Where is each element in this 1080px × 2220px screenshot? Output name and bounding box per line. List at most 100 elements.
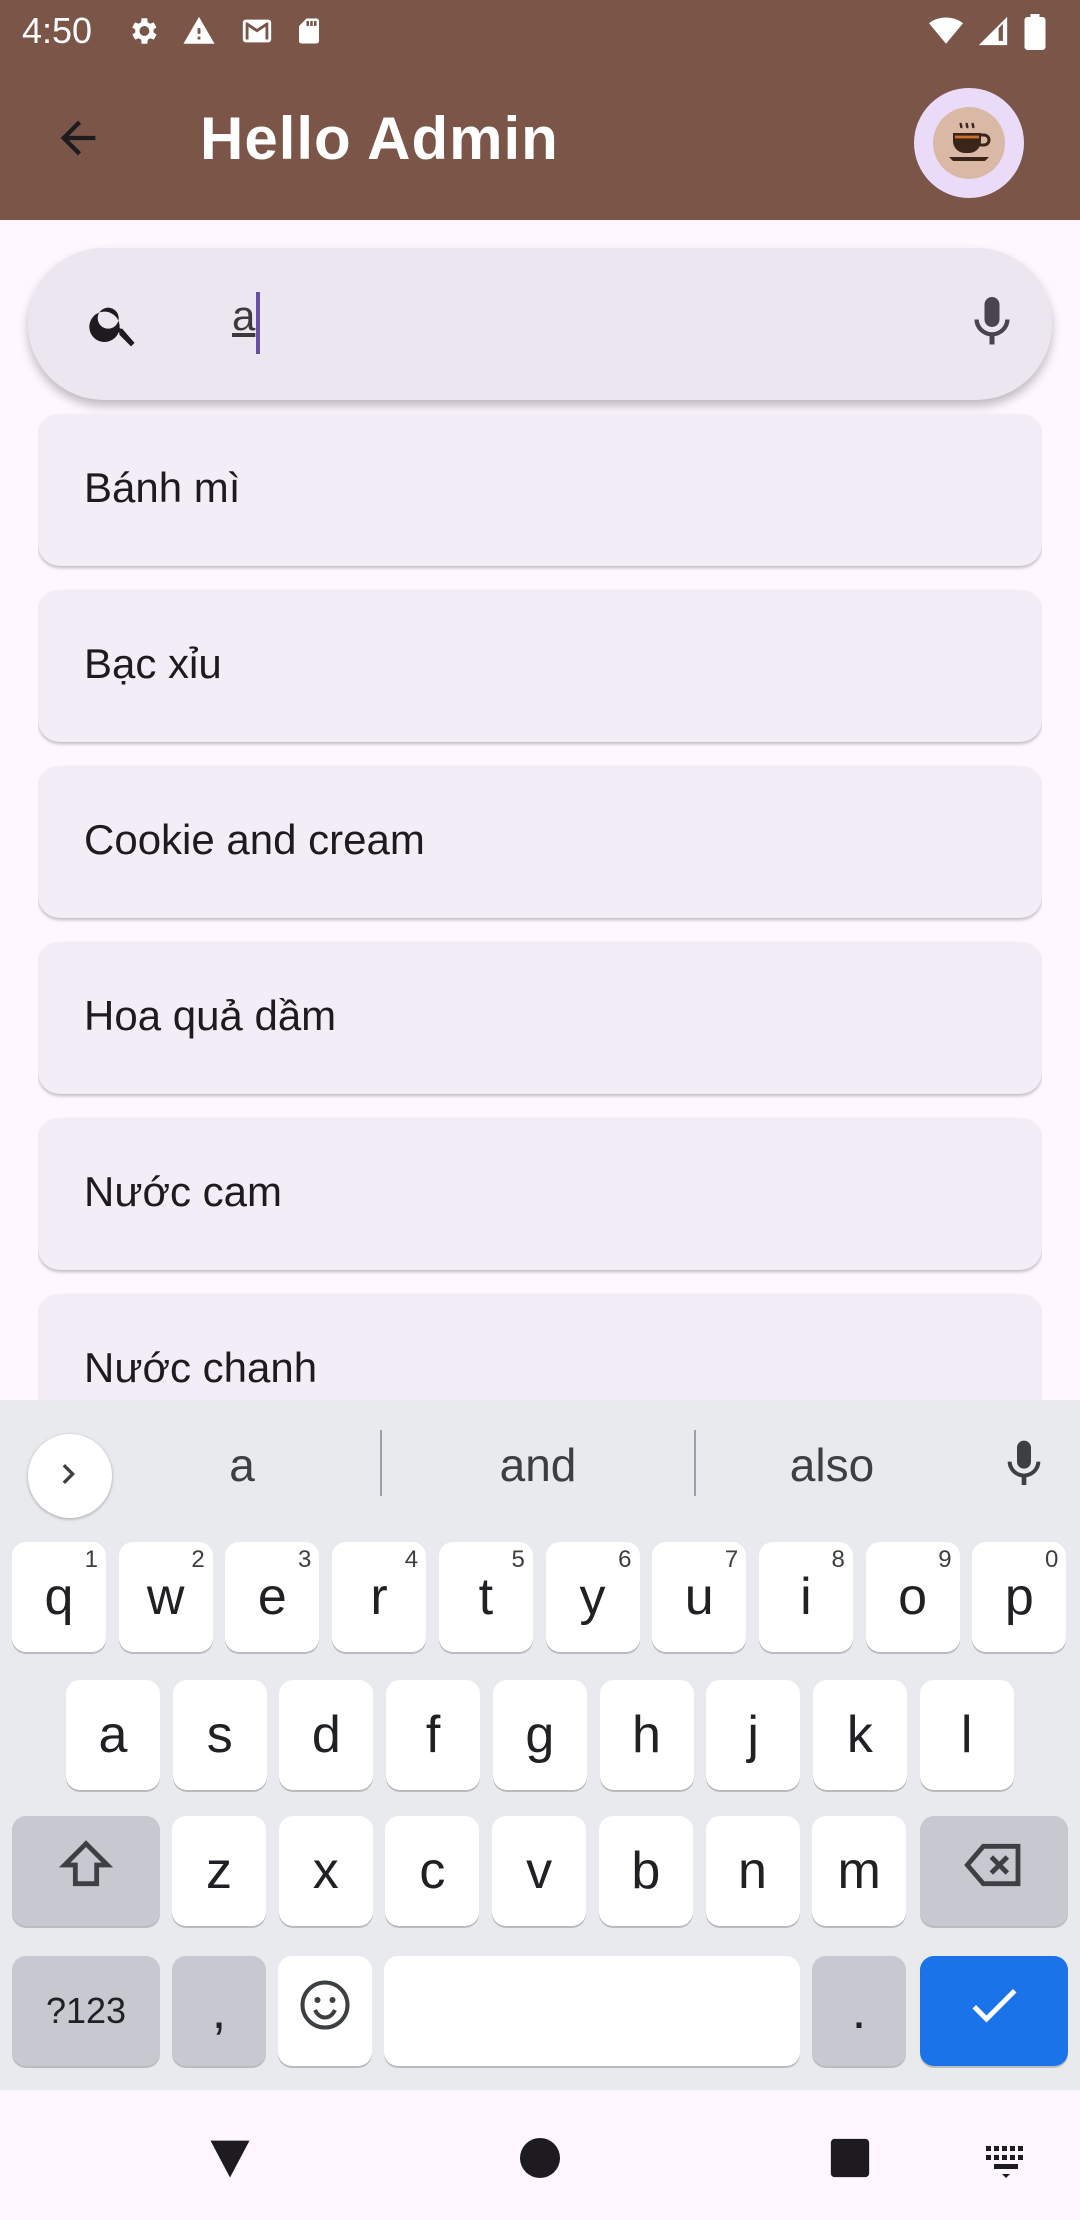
key-o[interactable]: o9	[865, 1542, 960, 1652]
triangle-down-icon	[204, 2132, 256, 2189]
list-item-label: Cookie and cream	[84, 816, 425, 863]
key-label: h	[632, 1706, 661, 1764]
key-m[interactable]: m	[812, 1816, 907, 1926]
suggestion-item[interactable]: also	[732, 1438, 932, 1492]
key-y[interactable]: y6	[545, 1542, 640, 1652]
voice-input-mic-icon[interactable]	[996, 1436, 1052, 1497]
checkmark-icon	[964, 1975, 1024, 2048]
key-label: y	[579, 1568, 606, 1626]
key-v[interactable]: v	[492, 1816, 587, 1926]
suggestion-item[interactable]: and	[438, 1438, 638, 1492]
key-b[interactable]: b	[598, 1816, 693, 1926]
space-key[interactable]	[384, 1956, 800, 2066]
search-icon	[86, 296, 142, 357]
signal-icon	[976, 14, 1010, 48]
period-key[interactable]: .	[812, 1956, 906, 2066]
suggestion-item[interactable]: a	[142, 1438, 342, 1492]
key-hint: 6	[618, 1546, 632, 1573]
nav-recents-button[interactable]	[820, 2130, 880, 2190]
key-label: x	[312, 1842, 339, 1900]
key-t[interactable]: t5	[438, 1542, 533, 1652]
key-n[interactable]: n	[705, 1816, 800, 1926]
key-label: c	[419, 1842, 446, 1900]
symbols-key[interactable]: ?123	[12, 1956, 160, 2066]
key-label: r	[370, 1568, 388, 1626]
square-recents-icon	[827, 2135, 873, 2186]
key-q[interactable]: q1	[12, 1542, 106, 1652]
chevron-right-icon	[50, 1454, 90, 1499]
list-item-label: Bánh mì	[84, 464, 241, 511]
emoji-icon	[295, 1975, 355, 2048]
expand-toolbar-button[interactable]	[28, 1434, 112, 1518]
suggestion-strip: a and also	[0, 1400, 1080, 1530]
key-label: g	[525, 1706, 555, 1764]
list-item[interactable]: Bạc xỉu	[38, 590, 1042, 742]
key-label: e	[257, 1568, 287, 1626]
system-navigation-bar	[0, 2090, 1080, 2220]
key-hint: 3	[298, 1546, 312, 1573]
key-s[interactable]: s	[172, 1680, 267, 1790]
wifi-icon	[928, 14, 963, 48]
mic-icon[interactable]	[962, 292, 1022, 357]
list-item[interactable]: Nước chanh	[38, 1294, 1042, 1400]
back-button[interactable]	[38, 110, 118, 170]
comma-key[interactable]: ,	[172, 1956, 266, 2066]
key-a[interactable]: a	[66, 1680, 160, 1790]
key-h[interactable]: h	[599, 1680, 694, 1790]
key-hint: 5	[511, 1546, 525, 1573]
nav-back-button[interactable]	[200, 2130, 260, 2190]
gmail-icon	[238, 14, 272, 48]
backspace-icon	[962, 1833, 1026, 1910]
key-d[interactable]: d	[279, 1680, 374, 1790]
key-hint: 8	[831, 1546, 845, 1573]
arrow-back-icon	[52, 112, 104, 169]
search-input[interactable]: a	[232, 292, 255, 340]
key-label: s	[206, 1706, 233, 1764]
app-bar: Hello Admin	[0, 66, 1080, 220]
key-j[interactable]: j	[706, 1680, 801, 1790]
key-c[interactable]: c	[385, 1816, 480, 1926]
key-e[interactable]: e3	[225, 1542, 320, 1652]
shift-key[interactable]	[12, 1816, 160, 1926]
circle-home-icon	[516, 2134, 564, 2187]
key-k[interactable]: k	[812, 1680, 907, 1790]
list-item[interactable]: Nước cam	[38, 1118, 1042, 1270]
key-i[interactable]: i8	[758, 1542, 853, 1652]
suggestion-divider	[380, 1430, 382, 1496]
backspace-key[interactable]	[920, 1816, 1068, 1926]
key-label: l	[960, 1706, 973, 1764]
key-label: q	[44, 1568, 74, 1626]
key-hint: 2	[191, 1546, 205, 1573]
list-item[interactable]: Bánh mì	[38, 414, 1042, 566]
key-z[interactable]: z	[172, 1816, 266, 1926]
key-label: p	[1004, 1568, 1034, 1626]
nav-home-button[interactable]	[510, 2130, 570, 2190]
list-item[interactable]: Hoa quả dầm	[38, 942, 1042, 1094]
settings-icon	[126, 14, 160, 48]
suggestion-divider	[694, 1430, 696, 1496]
status-icons-left	[126, 14, 328, 48]
shift-icon	[54, 1833, 118, 1910]
key-f[interactable]: f	[386, 1680, 481, 1790]
search-results-list: Bánh mì Bạc xỉu Cookie and cream Hoa quả…	[38, 410, 1042, 1400]
key-label: v	[526, 1842, 553, 1900]
text-caret	[256, 292, 260, 354]
key-p[interactable]: p0	[972, 1542, 1067, 1652]
keyboard-icon	[982, 2134, 1030, 2187]
list-item[interactable]: Cookie and cream	[38, 766, 1042, 918]
key-hint: 0	[1044, 1546, 1059, 1573]
key-w[interactable]: w2	[118, 1542, 213, 1652]
key-x[interactable]: x	[278, 1816, 373, 1926]
key-u[interactable]: u7	[652, 1542, 747, 1652]
key-label: a	[98, 1706, 128, 1764]
keyboard-switch-button[interactable]	[976, 2130, 1036, 2190]
enter-key[interactable]	[920, 1956, 1068, 2066]
search-bar[interactable]: a	[28, 248, 1052, 400]
status-icons-right	[928, 14, 1058, 50]
avatar-button[interactable]	[914, 88, 1024, 198]
emoji-key[interactable]	[278, 1956, 372, 2066]
key-label: m	[837, 1842, 881, 1900]
key-g[interactable]: g	[492, 1680, 587, 1790]
key-l[interactable]: l	[919, 1680, 1014, 1790]
key-r[interactable]: r4	[332, 1542, 427, 1652]
